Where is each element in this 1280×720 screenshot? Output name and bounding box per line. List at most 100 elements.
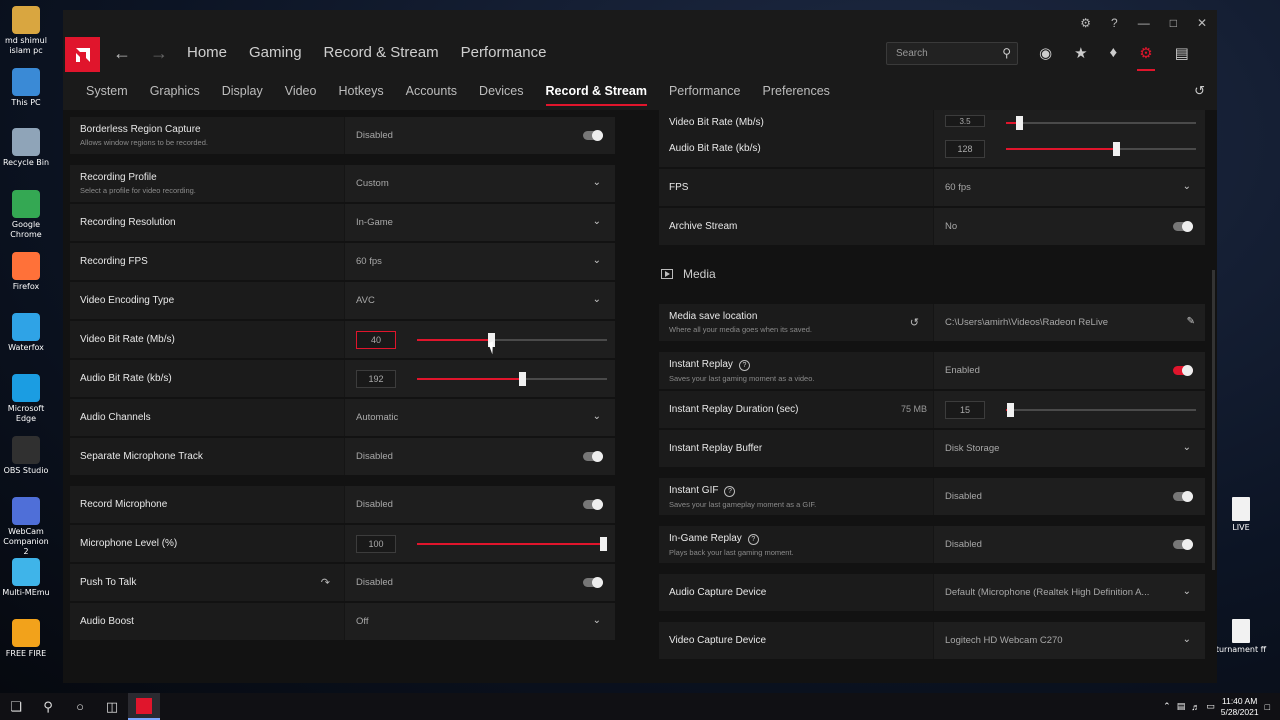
- audio-bit-rate-slider[interactable]: [417, 372, 607, 386]
- network-icon[interactable]: ▤: [1177, 701, 1186, 712]
- search-icon[interactable]: ⚲: [32, 693, 64, 720]
- replay-duration-input[interactable]: 15: [945, 400, 985, 419]
- desktop-icon[interactable]: WebCam Companion 2: [0, 497, 52, 557]
- slider-thumb[interactable]: [600, 537, 607, 551]
- chevron-down-icon[interactable]: ⌄: [593, 615, 601, 626]
- microphone-level-slider[interactable]: [417, 537, 607, 551]
- cortana-circle-icon[interactable]: ○: [64, 693, 96, 720]
- tab-hotkeys[interactable]: Hotkeys: [327, 72, 394, 110]
- tab-display[interactable]: Display: [211, 72, 274, 110]
- chevron-down-icon[interactable]: ⌄: [1183, 586, 1191, 597]
- in-game-replay-toggle[interactable]: [1173, 539, 1193, 550]
- stream-audio-bit-rate-slider[interactable]: [1006, 142, 1196, 156]
- video-bit-rate-input[interactable]: 40: [356, 330, 396, 349]
- chevron-down-icon[interactable]: ⌄: [1183, 634, 1191, 645]
- instant-replay-buffer-row[interactable]: Instant Replay Buffer Disk Storage ⌄: [659, 430, 1205, 467]
- audio-bit-rate-input[interactable]: 192: [356, 369, 396, 388]
- chevron-down-icon[interactable]: ⌄: [1183, 181, 1191, 192]
- stream-fps-row[interactable]: FPS 60 fps ⌄: [659, 169, 1205, 206]
- task-view-icon[interactable]: ◫: [96, 693, 128, 720]
- help-icon[interactable]: ?: [747, 533, 759, 545]
- tab-accounts[interactable]: Accounts: [395, 72, 468, 110]
- notification-icon[interactable]: □: [1265, 702, 1270, 712]
- scrollbar[interactable]: [1212, 270, 1215, 570]
- globe-icon[interactable]: ◉: [1039, 44, 1052, 62]
- bug-report-icon[interactable]: ⚙: [1080, 16, 1091, 30]
- borderless-toggle[interactable]: [583, 130, 603, 141]
- desktop-icon[interactable]: md shimul islam pc: [0, 6, 52, 56]
- tab-video[interactable]: Video: [274, 72, 328, 110]
- main-nav-gaming[interactable]: Gaming: [249, 44, 302, 61]
- close-button[interactable]: ✕: [1197, 16, 1207, 30]
- replay-duration-slider[interactable]: [1006, 403, 1196, 417]
- tray-chevron-up-icon[interactable]: ⌃: [1163, 701, 1171, 712]
- search-input[interactable]: Search ⚲: [886, 42, 1018, 65]
- main-nav-record-stream[interactable]: Record & Stream: [324, 44, 439, 61]
- chevron-down-icon[interactable]: ⌄: [593, 255, 601, 266]
- chevron-down-icon[interactable]: ⌄: [593, 411, 601, 422]
- share-arrow-icon[interactable]: ↷: [321, 576, 330, 589]
- desktop-icon[interactable]: This PC: [0, 68, 52, 108]
- audio-boost-row[interactable]: Audio Boost Off ⌄: [70, 603, 615, 640]
- main-nav-home[interactable]: Home: [187, 44, 227, 61]
- volume-icon[interactable]: ♬: [1191, 702, 1200, 712]
- audio-capture-device-row[interactable]: Audio Capture Device Default (Microphone…: [659, 574, 1205, 611]
- chevron-down-icon[interactable]: ⌄: [593, 177, 601, 188]
- forward-arrow-icon[interactable]: →: [150, 43, 168, 64]
- tab-graphics[interactable]: Graphics: [139, 72, 211, 110]
- reset-icon[interactable]: ↺: [1194, 83, 1205, 99]
- chevron-down-icon[interactable]: ⌄: [593, 294, 601, 305]
- main-nav-performance[interactable]: Performance: [461, 44, 547, 61]
- archive-stream-toggle[interactable]: [1173, 221, 1193, 232]
- instant-gif-toggle[interactable]: [1173, 491, 1193, 502]
- stream-audio-bit-rate-input[interactable]: 128: [945, 139, 985, 158]
- maximize-button[interactable]: □: [1170, 16, 1177, 30]
- tab-preferences[interactable]: Preferences: [752, 72, 841, 110]
- tab-record-stream[interactable]: Record & Stream: [535, 72, 658, 110]
- help-icon[interactable]: ?: [1111, 16, 1118, 30]
- tab-devices[interactable]: Devices: [468, 72, 534, 110]
- chevron-down-icon[interactable]: ⌄: [593, 216, 601, 227]
- slider-thumb[interactable]: [1007, 403, 1014, 417]
- tab-system[interactable]: System: [75, 72, 139, 110]
- notification-bell-icon[interactable]: ♦: [1110, 44, 1118, 62]
- desktop-icon[interactable]: turnament ff: [1215, 619, 1267, 655]
- back-arrow-icon[interactable]: ←: [113, 43, 131, 64]
- favorites-star-icon[interactable]: ★: [1074, 44, 1087, 62]
- reset-path-icon[interactable]: ↺: [910, 316, 919, 329]
- microphone-level-input[interactable]: 100: [356, 534, 396, 553]
- language-icon[interactable]: ▭: [1206, 701, 1215, 712]
- windows-start-icon[interactable]: ❏: [0, 693, 32, 720]
- chevron-down-icon[interactable]: ⌄: [1183, 442, 1191, 453]
- help-icon[interactable]: ?: [724, 485, 736, 497]
- edit-folder-icon[interactable]: ✎: [1187, 316, 1195, 327]
- desktop-icon[interactable]: Multi-MEmu: [0, 558, 52, 598]
- video-encoding-type-row[interactable]: Video Encoding Type AVC ⌄: [70, 282, 615, 319]
- video-capture-device-row[interactable]: Video Capture Device Logitech HD Webcam …: [659, 622, 1205, 659]
- audio-channels-row[interactable]: Audio Channels Automatic ⌄: [70, 399, 615, 436]
- video-bit-rate-slider[interactable]: [417, 333, 607, 347]
- stream-video-bit-rate-slider[interactable]: [1006, 116, 1196, 130]
- settings-gear-icon[interactable]: ⚙: [1137, 44, 1156, 71]
- clock[interactable]: 11:40 AM 5/28/2021: [1221, 696, 1259, 718]
- push-to-talk-toggle[interactable]: [583, 577, 603, 588]
- amd-logo-icon[interactable]: [65, 37, 100, 72]
- desktop-icon[interactable]: Waterfox: [0, 313, 52, 353]
- slider-thumb[interactable]: [1113, 142, 1120, 156]
- desktop-icon[interactable]: Microsoft Edge: [0, 374, 52, 424]
- instant-replay-toggle[interactable]: [1173, 365, 1193, 376]
- desktop-icon[interactable]: Recycle Bin: [0, 128, 52, 168]
- desktop-icon[interactable]: LIVE: [1215, 497, 1267, 533]
- slider-thumb[interactable]: [1016, 116, 1023, 130]
- separate-mic-toggle[interactable]: [583, 451, 603, 462]
- help-icon[interactable]: ?: [738, 359, 750, 371]
- recording-resolution-row[interactable]: Recording Resolution In-Game ⌄: [70, 204, 615, 241]
- desktop-icon[interactable]: FREE FIRE: [0, 619, 52, 659]
- recording-fps-row[interactable]: Recording FPS 60 fps ⌄: [70, 243, 615, 280]
- stream-video-bit-rate-input[interactable]: 3.5: [945, 115, 985, 127]
- minimize-button[interactable]: —: [1138, 16, 1150, 30]
- taskbar-amd-app[interactable]: [128, 693, 160, 720]
- slider-thumb[interactable]: [519, 372, 526, 386]
- tab-performance[interactable]: Performance: [658, 72, 752, 110]
- sidebar-layout-icon[interactable]: ▤: [1175, 44, 1189, 62]
